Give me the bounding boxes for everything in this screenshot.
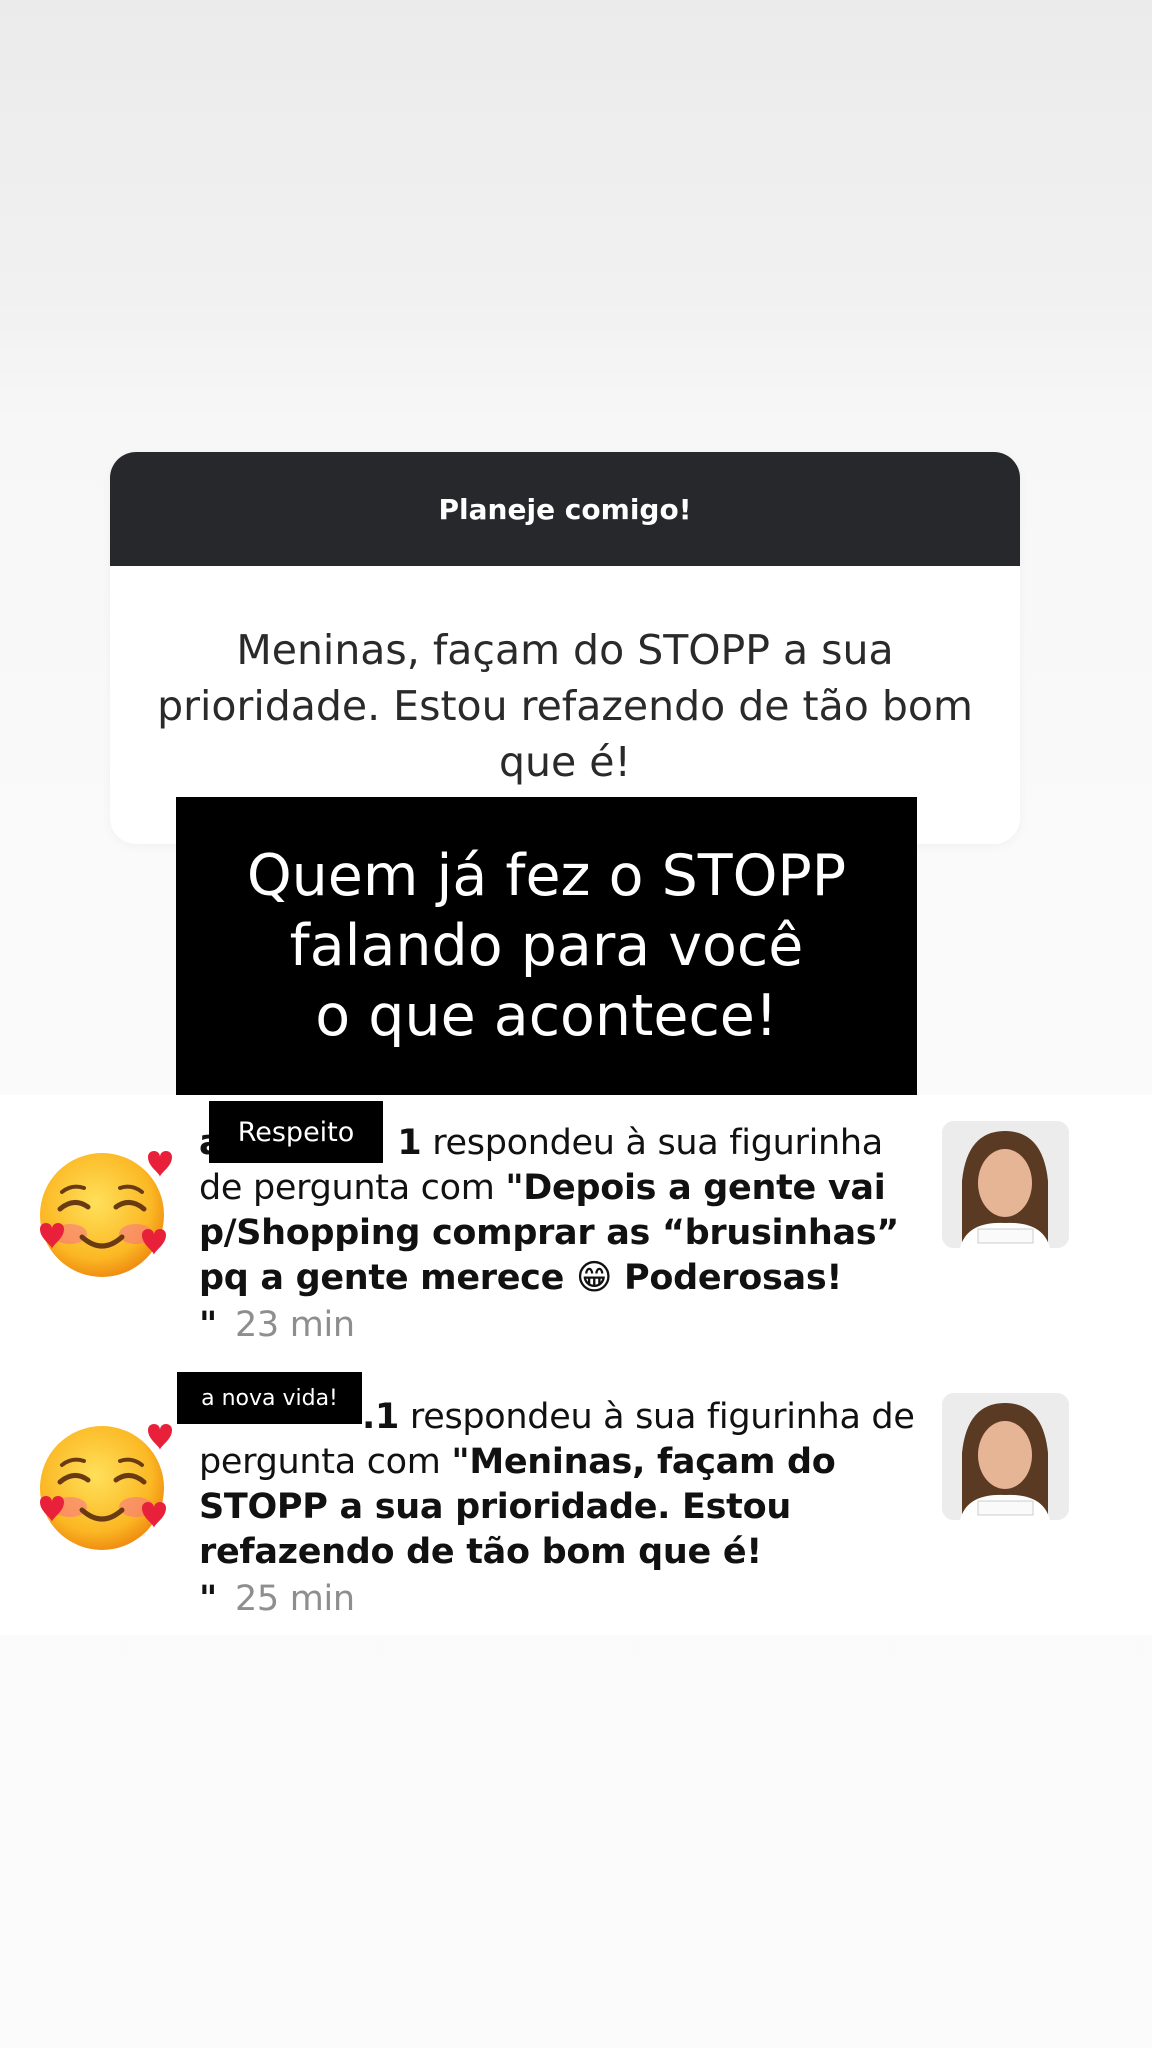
overlay-line-1: Quem já fez o STOPP bbox=[246, 843, 847, 909]
question-sticker-answer: Meninas, façam do STOPP a sua prioridade… bbox=[157, 626, 973, 786]
smiling-face-with-hearts-icon[interactable] bbox=[30, 1137, 180, 1287]
username-redaction-label: a nova vida! bbox=[177, 1372, 362, 1424]
activity-text: .1 respondeu à sua figurinha de pergunta… bbox=[199, 1395, 924, 1622]
question-sticker-card: Planeje comigo! Meninas, façam do STOPP … bbox=[110, 452, 1020, 844]
story-thumbnail[interactable] bbox=[942, 1393, 1069, 1520]
grinning-face-emoji-icon: 😁 bbox=[575, 1258, 613, 1298]
username-end[interactable]: .1 bbox=[362, 1397, 399, 1437]
story-text-overlay: Quem já fez o STOPP falando para você o … bbox=[176, 797, 917, 1095]
response-text-end: Poderosas! bbox=[612, 1258, 843, 1298]
timestamp: 23 min bbox=[234, 1305, 355, 1345]
quote-open: " bbox=[505, 1168, 524, 1208]
quote-open: " bbox=[451, 1442, 470, 1482]
username-end[interactable]: 1 bbox=[397, 1123, 421, 1163]
overlay-line-3: o que acontece! bbox=[315, 983, 778, 1049]
smiling-face-with-hearts-icon[interactable] bbox=[30, 1410, 180, 1560]
timestamp: 25 min bbox=[234, 1579, 355, 1619]
username-redaction-label: Respeito bbox=[209, 1101, 383, 1163]
activity-list: a1 respondeu à sua figurinha de pergunta… bbox=[0, 1095, 1152, 1635]
quote-close: " bbox=[199, 1305, 217, 1345]
story-thumbnail[interactable] bbox=[942, 1121, 1069, 1248]
question-sticker-header: Planeje comigo! bbox=[110, 452, 1020, 566]
overlay-line-2: falando para você bbox=[289, 913, 804, 979]
quote-close: " bbox=[199, 1579, 217, 1619]
